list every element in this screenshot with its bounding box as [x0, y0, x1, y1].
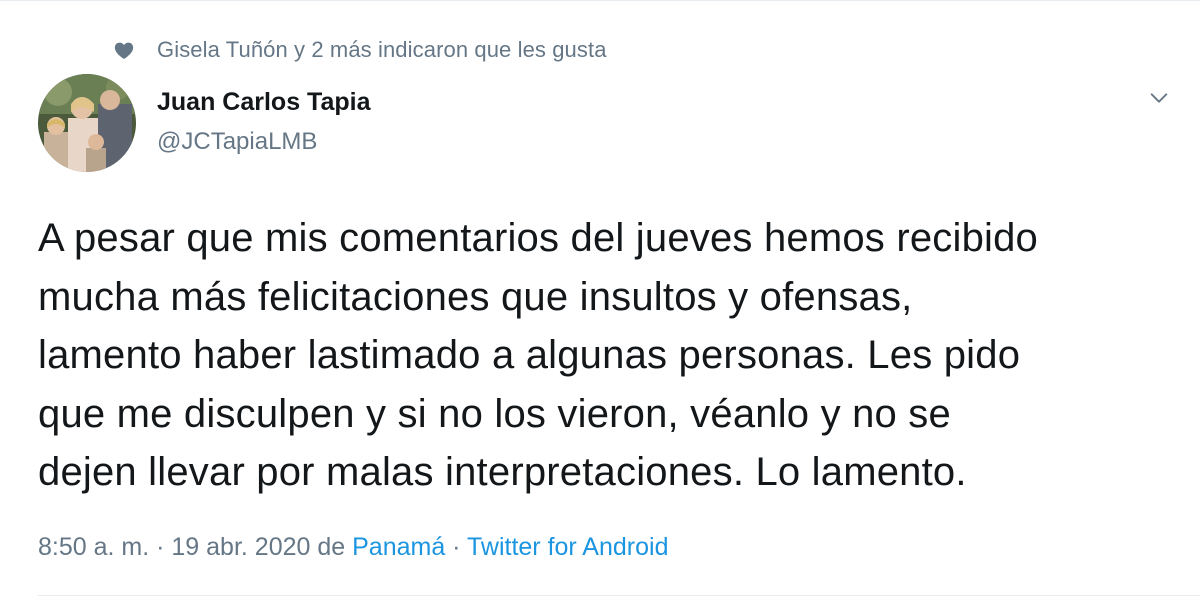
divider	[38, 595, 1200, 596]
tweet-date[interactable]: 19 abr. 2020	[171, 533, 310, 561]
tweet-location-link[interactable]: Panamá	[352, 533, 445, 561]
tweet-card: Gisela Tuñón y 2 más indicaron que les g…	[0, 0, 1200, 599]
chevron-down-icon	[1150, 93, 1168, 103]
tweet-source-link[interactable]: Twitter for Android	[467, 533, 668, 561]
avatar-photo	[38, 74, 136, 172]
tweet-meta: 8:50 a. m. · 19 abr. 2020 de Panamá · Tw…	[38, 533, 668, 562]
avatar[interactable]	[38, 74, 136, 172]
more-options-button[interactable]	[1144, 83, 1174, 113]
meta-separator: ·	[149, 533, 172, 561]
author-name[interactable]: Juan Carlos Tapia	[157, 85, 371, 119]
author-block[interactable]: Juan Carlos Tapia @JCTapiaLMB	[157, 85, 371, 159]
meta-separator: ·	[445, 533, 467, 561]
tweet-text: A pesar que mis comentarios del jueves h…	[38, 216, 1038, 494]
social-context: Gisela Tuñón y 2 más indicaron que les g…	[113, 37, 607, 63]
tweet-time[interactable]: 8:50 a. m.	[38, 533, 149, 561]
meta-from: de	[310, 533, 353, 561]
social-context-text[interactable]: Gisela Tuñón y 2 más indicaron que les g…	[157, 37, 607, 63]
author-handle[interactable]: @JCTapiaLMB	[157, 125, 371, 159]
heart-icon	[114, 42, 134, 59]
